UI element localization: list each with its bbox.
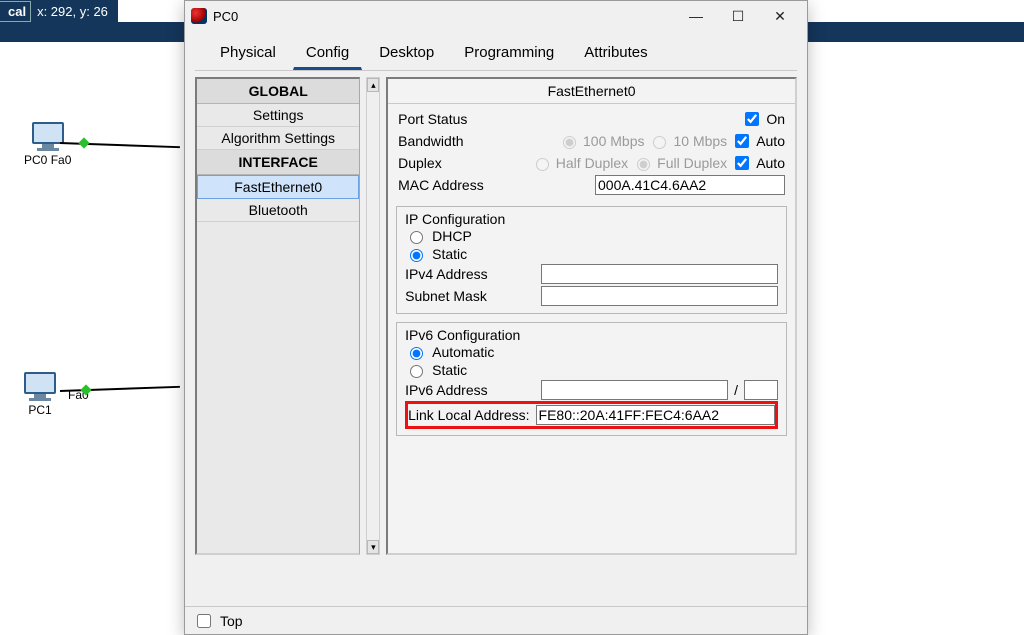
- duplex-full-radio: [637, 158, 650, 171]
- cursor-coords: x: 292, y: 26: [31, 2, 118, 21]
- bandwidth-100-radio: [563, 136, 576, 149]
- bandwidth-100-label: 100 Mbps: [583, 133, 644, 149]
- mac-address-input[interactable]: [595, 175, 785, 195]
- duplex-half-radio: [536, 158, 549, 171]
- close-button[interactable]: ✕: [759, 2, 801, 30]
- ip-dhcp-radio[interactable]: [410, 231, 423, 244]
- pc-icon: [24, 372, 56, 394]
- ip-configuration-title: IP Configuration: [405, 211, 778, 227]
- duplex-auto-label: Auto: [756, 155, 785, 171]
- tree-item-algorithm-settings[interactable]: Algorithm Settings: [197, 127, 359, 150]
- port-status-on-label: On: [766, 111, 785, 127]
- bandwidth-10-label: 10 Mbps: [673, 133, 727, 149]
- device-tabs: Physical Config Desktop Programming Attr…: [195, 31, 797, 70]
- ipv6-static-radio[interactable]: [410, 365, 423, 378]
- duplex-full-label: Full Duplex: [657, 155, 727, 171]
- top-label: Top: [220, 613, 243, 629]
- link-local-row-highlight: Link Local Address:: [405, 401, 778, 429]
- ipv6-configuration-title: IPv6 Configuration: [405, 327, 778, 343]
- ip-dhcp-label: DHCP: [432, 228, 472, 244]
- tree-header-global: GLOBAL: [197, 79, 359, 104]
- scroll-down-icon[interactable]: ▾: [367, 540, 379, 554]
- scroll-up-icon[interactable]: ▴: [367, 78, 379, 92]
- config-tree: GLOBAL Settings Algorithm Settings INTER…: [195, 77, 360, 555]
- titlebar[interactable]: PC0 — ☐ ✕: [185, 1, 807, 31]
- tree-header-interface: INTERFACE: [197, 150, 359, 175]
- maximize-button[interactable]: ☐: [717, 2, 759, 30]
- device-pc0[interactable]: PC0 Fa0: [24, 122, 71, 167]
- ipv6-prefix-sep: /: [734, 382, 738, 398]
- ipv6-configuration-group: IPv6 Configuration Automatic Static IPv6…: [396, 322, 787, 436]
- duplex-auto-checkbox[interactable]: [735, 156, 749, 170]
- link-status-dot: [78, 137, 89, 148]
- port-status-checkbox[interactable]: [745, 112, 759, 126]
- window-status-bar: Top: [185, 606, 807, 634]
- duplex-label: Duplex: [398, 155, 442, 171]
- device-window: PC0 — ☐ ✕ Physical Config Desktop Progra…: [184, 0, 808, 635]
- ipv4-address-label: IPv4 Address: [405, 266, 535, 282]
- ip-configuration-group: IP Configuration DHCP Static IPv4 Addres…: [396, 206, 787, 314]
- bandwidth-auto-checkbox[interactable]: [735, 134, 749, 148]
- tree-item-settings[interactable]: Settings: [197, 104, 359, 127]
- pc-icon: [32, 122, 64, 144]
- device-label: PC1: [24, 403, 56, 417]
- tab-physical[interactable]: Physical: [207, 37, 289, 70]
- tab-desktop[interactable]: Desktop: [366, 37, 447, 70]
- tab-config[interactable]: Config: [293, 37, 362, 70]
- link-local-label: Link Local Address:: [408, 407, 529, 423]
- ipv6-address-label: IPv6 Address: [405, 382, 535, 398]
- bandwidth-10-radio: [653, 136, 666, 149]
- port-status-label: Port Status: [398, 111, 467, 127]
- subnet-mask-input[interactable]: [541, 286, 778, 306]
- duplex-half-label: Half Duplex: [556, 155, 628, 171]
- ipv6-automatic-radio[interactable]: [410, 347, 423, 360]
- interface-title: FastEthernet0: [388, 79, 795, 104]
- ipv6-prefix-input: [744, 380, 778, 400]
- tree-item-bluetooth[interactable]: Bluetooth: [197, 199, 359, 222]
- device-pc1[interactable]: PC1: [24, 372, 56, 417]
- mac-address-label: MAC Address: [398, 177, 484, 193]
- minimize-button[interactable]: —: [675, 2, 717, 30]
- bandwidth-label: Bandwidth: [398, 133, 463, 149]
- ip-static-radio[interactable]: [410, 249, 423, 262]
- tab-attributes[interactable]: Attributes: [571, 37, 660, 70]
- ipv6-automatic-label: Automatic: [432, 344, 494, 360]
- tab-programming[interactable]: Programming: [451, 37, 567, 70]
- bandwidth-auto-label: Auto: [756, 133, 785, 149]
- link-pc1[interactable]: [60, 386, 180, 392]
- window-appicon: [191, 8, 207, 24]
- ipv6-address-input: [541, 380, 728, 400]
- ip-static-label: Static: [432, 246, 467, 262]
- ipv4-address-input[interactable]: [541, 264, 778, 284]
- ipv6-static-label: Static: [432, 362, 467, 378]
- link-local-input[interactable]: [536, 405, 775, 425]
- interface-config-panel: FastEthernet0 Port Status On Bandwidth 1…: [386, 77, 797, 555]
- subnet-mask-label: Subnet Mask: [405, 288, 535, 304]
- window-title: PC0: [213, 9, 675, 24]
- top-checkbox[interactable]: [197, 614, 211, 628]
- tree-scrollbar[interactable]: ▴ ▾: [366, 77, 380, 555]
- device-label: PC0 Fa0: [24, 153, 71, 167]
- tree-item-fastethernet0[interactable]: FastEthernet0: [197, 175, 359, 199]
- app-mode-tab: cal: [0, 1, 31, 22]
